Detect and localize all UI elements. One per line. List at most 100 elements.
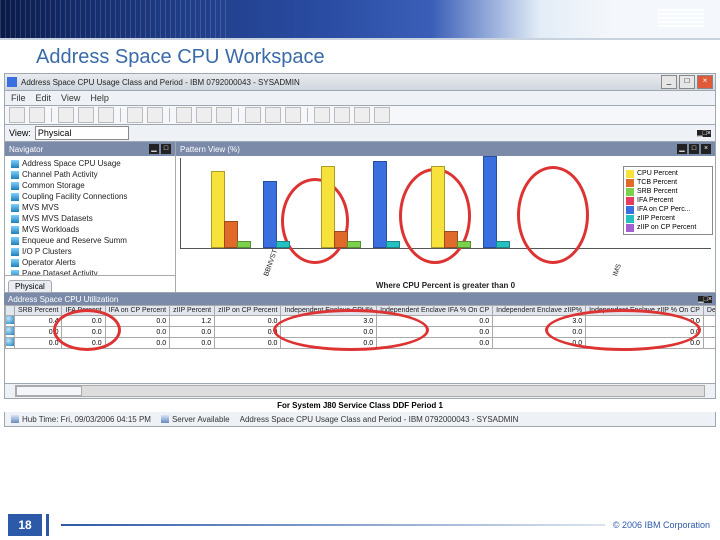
status-context: Address Space CPU Usage Class and Period… bbox=[240, 415, 709, 424]
bar[interactable] bbox=[373, 161, 387, 248]
chart-icon[interactable] bbox=[176, 107, 192, 123]
cell: 0.0 bbox=[15, 338, 62, 349]
row-icon[interactable] bbox=[6, 338, 15, 349]
nav-item[interactable]: MVS MVS bbox=[11, 202, 173, 213]
menubar: File Edit View Help bbox=[4, 91, 716, 106]
forward-button[interactable] bbox=[29, 107, 45, 123]
cell: 0.0 bbox=[105, 316, 169, 327]
table-row[interactable]: 0.00.00.00.00.00.00.00.00.00.00.00.00.00… bbox=[6, 327, 717, 338]
view-row: View: ▁□× bbox=[4, 125, 716, 142]
legend-item: IFA on CP Perc... bbox=[626, 205, 710, 214]
cell: 0.0 bbox=[493, 338, 586, 349]
tool-b-icon[interactable] bbox=[354, 107, 370, 123]
scrollbar-track[interactable] bbox=[15, 385, 705, 397]
print-icon[interactable] bbox=[127, 107, 143, 123]
chart-max-icon[interactable]: □ bbox=[689, 144, 699, 154]
nav-item[interactable]: Address Space CPU Usage bbox=[11, 158, 173, 169]
menu-edit[interactable]: Edit bbox=[36, 93, 52, 103]
column-header[interactable]: zIIP on CP Percent bbox=[215, 306, 281, 316]
slide-topbar bbox=[0, 0, 720, 40]
data-grid[interactable]: SRB PercentIFA PercentIFA on CP Percentz… bbox=[4, 305, 716, 384]
export-icon[interactable] bbox=[147, 107, 163, 123]
bar[interactable] bbox=[334, 231, 348, 248]
stop-icon[interactable] bbox=[98, 107, 114, 123]
save-icon[interactable] bbox=[58, 107, 74, 123]
refresh-icon[interactable] bbox=[78, 107, 94, 123]
column-header[interactable]: IFA on CP Percent bbox=[105, 306, 169, 316]
chart-min-icon[interactable]: ▁ bbox=[677, 144, 687, 154]
nav-min-icon[interactable]: ▁ bbox=[149, 144, 159, 154]
help-icon[interactable] bbox=[314, 107, 330, 123]
column-header[interactable]: Independent Enclave zIIP% bbox=[493, 306, 586, 316]
cell: 0.0 bbox=[215, 338, 281, 349]
bar[interactable] bbox=[431, 166, 445, 248]
view-input[interactable] bbox=[35, 126, 129, 140]
settings-icon[interactable] bbox=[216, 107, 232, 123]
bar[interactable] bbox=[263, 181, 277, 248]
bar[interactable] bbox=[444, 231, 458, 248]
column-header[interactable]: Dependent Enclave CPU% bbox=[703, 306, 716, 316]
navigator-title-text: Navigator bbox=[9, 145, 43, 154]
navigator-title: Navigator ▁□ bbox=[5, 142, 175, 156]
pane-min-icon[interactable]: ▁ bbox=[697, 130, 702, 137]
nav-item[interactable]: Common Storage bbox=[11, 180, 173, 191]
find-icon[interactable] bbox=[285, 107, 301, 123]
nav-item[interactable]: MVS Workloads bbox=[11, 224, 173, 235]
nav-item[interactable]: Coupling Facility Connections bbox=[11, 191, 173, 202]
nav-item[interactable]: Channel Path Activity bbox=[11, 169, 173, 180]
chart-x-labels: BBNVST IMS bbox=[176, 247, 715, 277]
tool-a-icon[interactable] bbox=[334, 107, 350, 123]
copyright: © 2006 IBM Corporation bbox=[613, 520, 710, 530]
cell: 0.0 bbox=[170, 327, 215, 338]
grid-close-icon[interactable]: × bbox=[708, 296, 712, 303]
chart-legend: CPU PercentTCB PercentSRB PercentIFA Per… bbox=[623, 166, 713, 235]
bar[interactable] bbox=[321, 166, 335, 248]
zoom-icon[interactable] bbox=[245, 107, 261, 123]
grid-min-icon[interactable]: ▁ bbox=[698, 296, 703, 303]
nav-item[interactable]: Page Dataset Activity bbox=[11, 268, 173, 275]
bar[interactable] bbox=[224, 221, 238, 248]
chart-close-icon[interactable]: × bbox=[701, 144, 711, 154]
legend-item: SRB Percent bbox=[626, 187, 710, 196]
cell: 0.0 bbox=[281, 327, 377, 338]
nav-max-icon[interactable]: □ bbox=[161, 144, 171, 154]
table-row[interactable]: 0.00.00.00.00.00.00.00.00.00.00.00.00.00… bbox=[6, 338, 717, 349]
back-button[interactable] bbox=[9, 107, 25, 123]
column-header[interactable]: IFA Percent bbox=[62, 306, 105, 316]
grid-hscroll[interactable] bbox=[4, 384, 716, 399]
tool-c-icon[interactable] bbox=[374, 107, 390, 123]
row-icon[interactable] bbox=[6, 316, 15, 327]
grid-title: Address Space CPU Utilization bbox=[8, 295, 118, 304]
scrollbar-thumb[interactable] bbox=[16, 386, 82, 396]
column-header[interactable]: zIIP Percent bbox=[170, 306, 215, 316]
row-icon[interactable] bbox=[6, 327, 15, 338]
nav-tab-physical[interactable]: Physical bbox=[8, 280, 52, 292]
nav-item[interactable]: Enqueue and Reserve Summ bbox=[11, 235, 173, 246]
menu-view[interactable]: View bbox=[61, 93, 80, 103]
x-label bbox=[440, 248, 450, 276]
column-header[interactable]: SRB Percent bbox=[15, 306, 62, 316]
bar-chart[interactable]: CPU PercentTCB PercentSRB PercentIFA Per… bbox=[180, 158, 711, 249]
maximize-button[interactable]: □ bbox=[679, 75, 695, 89]
nav-item[interactable]: MVS MVS Datasets bbox=[11, 213, 173, 224]
menu-help[interactable]: Help bbox=[90, 93, 109, 103]
nav-item[interactable]: Operator Alerts bbox=[11, 257, 173, 268]
column-header[interactable]: Independent Enclave zIIP % On CP bbox=[586, 306, 704, 316]
close-button[interactable]: × bbox=[697, 75, 713, 89]
column-header[interactable]: Independent Enclave IFA % On CP bbox=[377, 306, 493, 316]
status-text: Server Available bbox=[172, 415, 230, 424]
navigator-tree[interactable]: Address Space CPU Usage Channel Path Act… bbox=[5, 156, 175, 275]
nav-item[interactable]: I/O P Clusters bbox=[11, 246, 173, 257]
pane-close-icon[interactable]: × bbox=[707, 130, 711, 137]
cell: 0.0 bbox=[586, 327, 704, 338]
filter-icon[interactable] bbox=[265, 107, 281, 123]
bar[interactable] bbox=[483, 156, 497, 248]
table-icon[interactable] bbox=[196, 107, 212, 123]
table-row[interactable]: 0.40.00.01.20.03.00.03.00.00.00.00.00.00… bbox=[6, 316, 717, 327]
minimize-button[interactable]: _ bbox=[661, 75, 677, 89]
middle-area: Navigator ▁□ Address Space CPU Usage Cha… bbox=[4, 142, 716, 293]
legend-item: CPU Percent bbox=[626, 169, 710, 178]
column-header[interactable]: Independent Enclave CPU% bbox=[281, 306, 377, 316]
menu-file[interactable]: File bbox=[11, 93, 26, 103]
bar[interactable] bbox=[211, 171, 225, 248]
